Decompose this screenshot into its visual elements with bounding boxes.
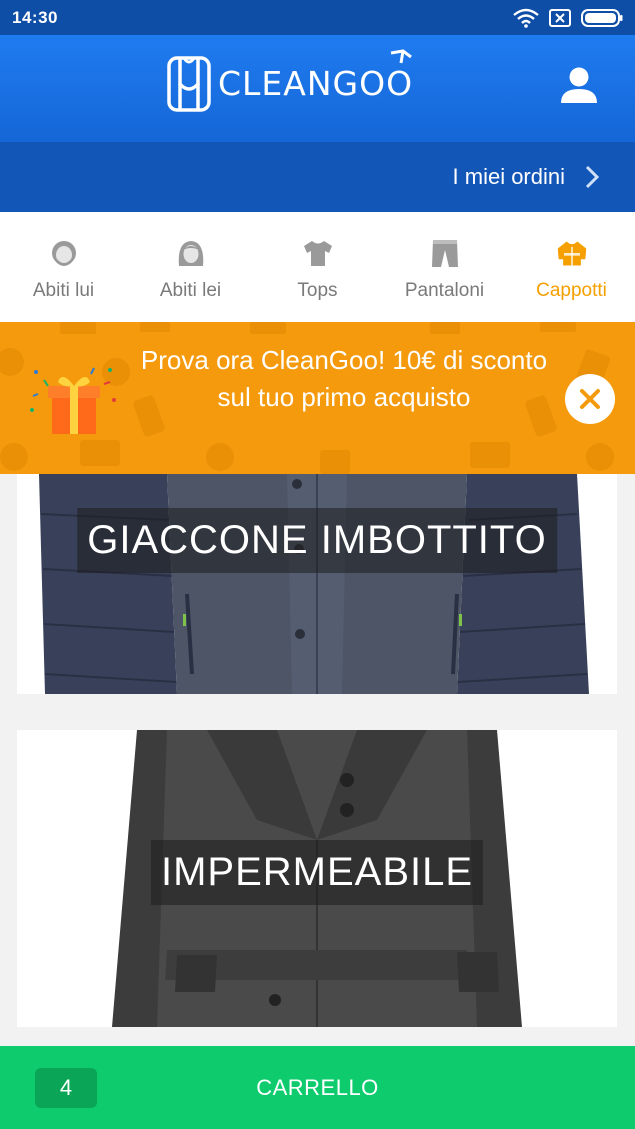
no-sim-icon: [549, 8, 571, 27]
tab-label: Cappotti: [536, 280, 607, 301]
gift-icon: [30, 367, 116, 434]
product-card-impermeabile[interactable]: IMPERMEABILE: [17, 730, 617, 1027]
user-icon: [561, 67, 597, 103]
logo-mark-icon: [167, 56, 211, 112]
tab-label: Abiti lui: [32, 280, 95, 301]
padded-jacket-image: [39, 474, 589, 694]
chevron-right-icon: [585, 165, 599, 189]
coat-icon: [556, 236, 588, 270]
category-tabs: Abiti lui Abiti lei Tops Pantaloni Cappo…: [0, 212, 635, 322]
trousers-icon: [429, 236, 461, 270]
tab-abiti-lui[interactable]: Abiti lui: [0, 212, 127, 322]
promo-banner: Prova ora CleanGoo! 10€ di sconto sul tu…: [0, 322, 635, 474]
wifi-icon: [513, 8, 539, 28]
my-orders-bar[interactable]: I miei ordini: [0, 142, 635, 212]
status-icons: [513, 8, 623, 28]
status-bar: 14:30: [0, 0, 635, 35]
user-profile-button[interactable]: [559, 65, 599, 105]
cleangoo-logo: CLEANGOO: [166, 49, 413, 115]
promo-text: Prova ora CleanGoo! 10€ di sconto sul tu…: [140, 345, 548, 412]
cart-label: CARRELLO: [256, 1074, 379, 1100]
tab-abiti-lei[interactable]: Abiti lei: [127, 212, 254, 322]
man-face-icon: [48, 236, 80, 270]
tab-tops[interactable]: Tops: [254, 212, 381, 322]
tab-pantaloni[interactable]: Pantaloni: [381, 212, 508, 322]
product-card-giaccone[interactable]: GIACCONE IMBOTTITO: [17, 474, 617, 694]
cart-count-badge: 4: [35, 1068, 97, 1108]
tab-label: Tops: [297, 280, 338, 301]
product-label: IMPERMEABILE: [150, 840, 484, 905]
my-orders-label: I miei ordini: [452, 164, 565, 189]
status-time: 14:30: [12, 7, 58, 27]
product-label: GIACCONE IMBOTTITO: [77, 508, 557, 573]
tshirt-icon: [302, 236, 334, 270]
battery-icon: [581, 8, 623, 27]
cart-bar[interactable]: 4 CARRELLO: [0, 1046, 635, 1129]
tab-label: Pantaloni: [404, 280, 485, 301]
promo-close-button[interactable]: [565, 374, 615, 424]
tab-label: Abiti lei: [159, 280, 222, 301]
woman-face-icon: [175, 236, 207, 270]
app-header: CLEANGOO: [0, 35, 635, 142]
tab-cappotti[interactable]: Cappotti: [508, 212, 635, 322]
close-icon: [580, 389, 600, 409]
logo-bike-icon: [390, 49, 412, 64]
